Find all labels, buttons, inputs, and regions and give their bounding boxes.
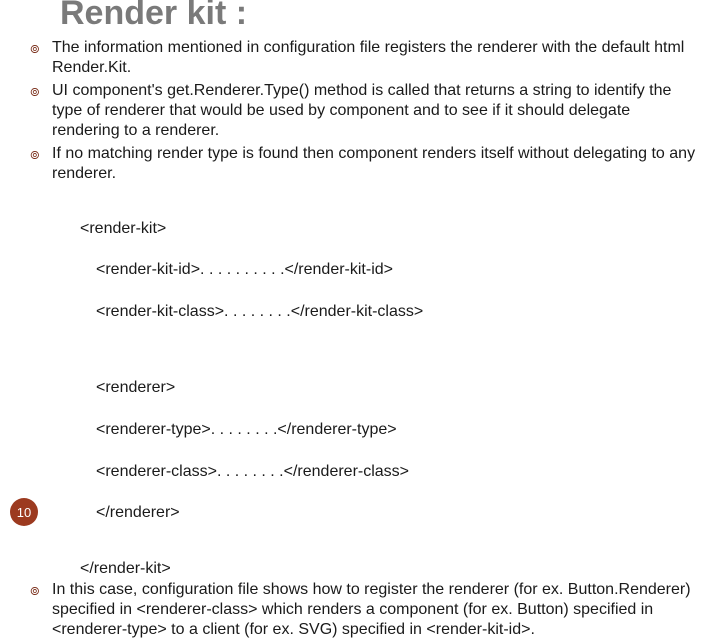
code-line: <renderer-type>. . . . . . . .</renderer… <box>96 420 700 441</box>
code-line: <render-kit-class>. . . . . . . .</rende… <box>96 302 700 323</box>
code-block-1: <render-kit> <render-kit-id>. . . . . . … <box>80 198 700 344</box>
code-line: <render-kit> <box>80 219 700 240</box>
bullet-text: In this case, configuration file shows h… <box>52 580 700 640</box>
bullet-text: UI component's get.Renderer.Type() metho… <box>52 81 700 141</box>
bullet-text: If no matching render type is found then… <box>52 144 700 184</box>
slide-content: ๏ The information mentioned in configura… <box>30 38 700 643</box>
list-item: ๏ UI component's get.Renderer.Type() met… <box>30 81 700 141</box>
code-line: <renderer-class>. . . . . . . .</rendere… <box>96 462 700 483</box>
bullet-icon: ๏ <box>30 81 52 102</box>
code-line: <render-kit-id>. . . . . . . . . .</rend… <box>96 260 700 281</box>
bullet-icon: ๏ <box>30 38 52 59</box>
bullet-text: The information mentioned in configurati… <box>52 38 700 78</box>
list-item: ๏ If no matching render type is found th… <box>30 144 700 184</box>
list-item: ๏ The information mentioned in configura… <box>30 38 700 78</box>
code-line: <renderer> <box>96 378 700 399</box>
code-line: </renderer> <box>96 503 700 524</box>
bullet-icon: ๏ <box>30 144 52 165</box>
page-number-badge: 10 <box>10 498 38 526</box>
slide-title: Render kit : <box>60 0 247 33</box>
code-close: </render-kit> <box>80 559 700 580</box>
code-block-2: <renderer> <renderer-type>. . . . . . . … <box>80 358 700 545</box>
bullet-icon: ๏ <box>30 580 52 601</box>
list-item: ๏ In this case, configuration file shows… <box>30 580 700 640</box>
